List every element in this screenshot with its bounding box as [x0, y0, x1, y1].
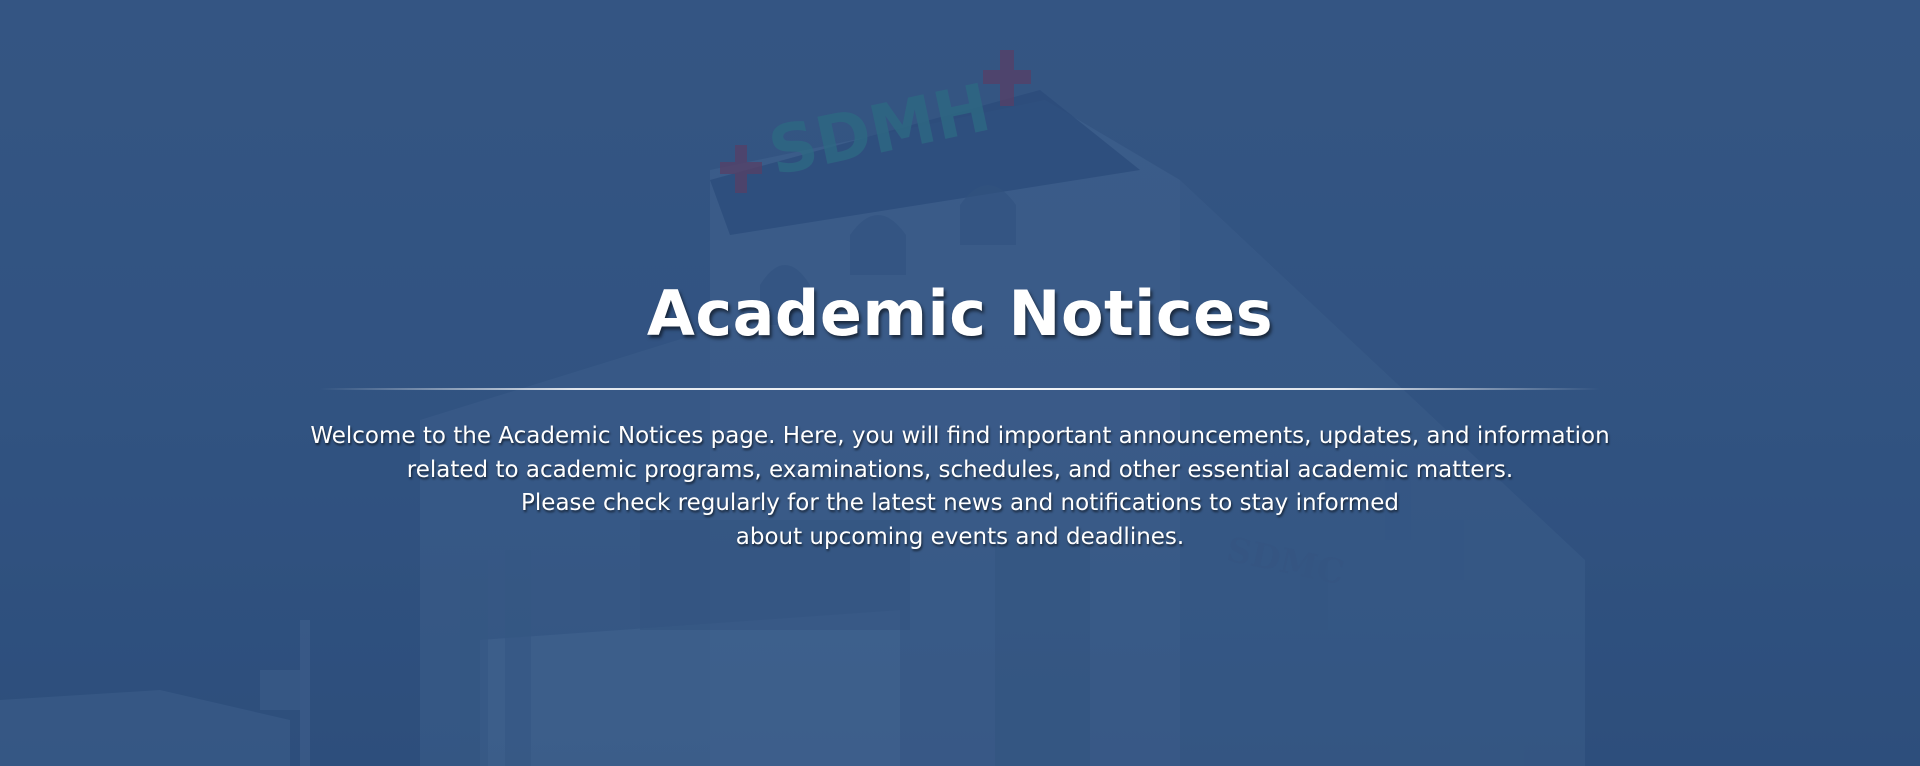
title-divider [320, 388, 1600, 390]
description-line: Please check regularly for the latest ne… [521, 490, 1399, 516]
hero-content: Academic Notices Welcome to the Academic… [0, 0, 1920, 766]
description-line: Welcome to the Academic Notices page. He… [310, 423, 1610, 449]
page-title: Academic Notices [646, 277, 1274, 350]
description-line: about upcoming events and deadlines. [735, 523, 1185, 550]
description-line: related to academic programs, examinatio… [406, 456, 1514, 483]
hero-banner: SDMH SDMC Academic Notices Welcome to th… [0, 0, 1920, 766]
page-description: Welcome to the Academic Notices page. He… [200, 420, 1720, 554]
